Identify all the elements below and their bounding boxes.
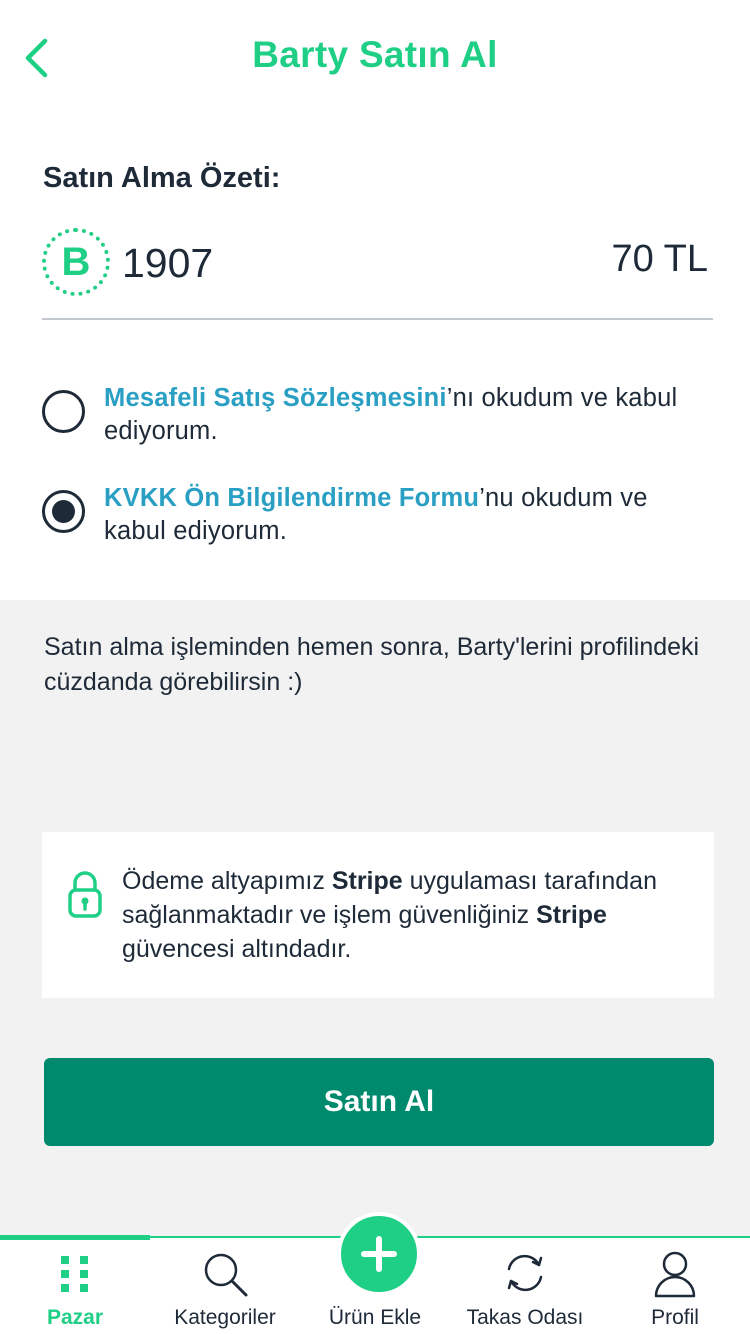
user-icon: [654, 1251, 696, 1298]
page-title: Barty Satın Al: [252, 34, 498, 75]
price-value: 70 TL: [611, 238, 708, 280]
coin-letter: B: [61, 240, 91, 284]
tab-profil[interactable]: Profil: [600, 1238, 750, 1334]
grid-icon: [61, 1256, 88, 1292]
security-text: Ödeme altyapımız Stripe uygulaması taraf…: [122, 864, 692, 966]
add-product-button[interactable]: [337, 1212, 421, 1296]
security-text-part1: Ödeme altyapımız: [122, 867, 332, 895]
barty-amount: 1907: [122, 240, 214, 286]
payment-security-note: Ödeme altyapımız Stripe uygulaması taraf…: [42, 832, 714, 998]
swap-icon: [507, 1254, 543, 1292]
purchase-summary-card: Satın Alma Özeti: B 1907 70 TL Mesafeli …: [0, 110, 750, 600]
bottom-tab-bar: Pazar Kategoriler Ürün Ekle Takas Odası …: [0, 1212, 750, 1334]
distance-sales-agreement-row[interactable]: Mesafeli Satış Sözleşmesini’nı okudum ve…: [42, 382, 712, 448]
distance-sales-text: Mesafeli Satış Sözleşmesini’nı okudum ve…: [104, 382, 712, 448]
tab-label: Pazar: [46, 1306, 104, 1329]
kvkk-radio[interactable]: [42, 490, 85, 533]
tab-kategoriler[interactable]: Kategoriler: [150, 1238, 300, 1334]
plus-icon: [361, 1236, 397, 1272]
tab-pazar[interactable]: Pazar: [0, 1238, 150, 1334]
tab-takas-odasi[interactable]: Takas Odası: [450, 1238, 600, 1334]
search-icon: [204, 1253, 248, 1297]
tab-label: Profil: [651, 1306, 699, 1329]
barty-coin-icon: B: [42, 228, 110, 296]
top-app-bar: Barty Satın Al: [0, 0, 750, 110]
tab-label: Ürün Ekle: [328, 1306, 422, 1329]
buy-button[interactable]: Satın Al: [44, 1058, 714, 1146]
distance-sales-radio[interactable]: [42, 390, 85, 433]
stripe-brand: Stripe: [331, 867, 403, 895]
lock-icon: [68, 871, 102, 918]
kvkk-link[interactable]: KVKK Ön Bilgilendirme Formu: [104, 484, 479, 512]
summary-title: Satın Alma Özeti:: [43, 162, 281, 194]
stripe-brand: Stripe: [536, 901, 607, 929]
summary-divider: [42, 318, 713, 320]
tab-label: Takas Odası: [466, 1306, 584, 1329]
distance-sales-link[interactable]: Mesafeli Satış Sözleşmesini: [104, 384, 447, 412]
wallet-info-text: Satın alma işleminden hemen sonra, Barty…: [44, 633, 700, 696]
tab-label: Kategoriler: [174, 1306, 276, 1329]
security-text-part3: güvencesi altındadır.: [122, 935, 352, 963]
radio-selected-dot: [52, 500, 75, 523]
kvkk-text: KVKK Ön Bilgilendirme Formu’nu okudum ve…: [104, 482, 712, 548]
kvkk-agreement-row[interactable]: KVKK Ön Bilgilendirme Formu’nu okudum ve…: [42, 482, 712, 548]
